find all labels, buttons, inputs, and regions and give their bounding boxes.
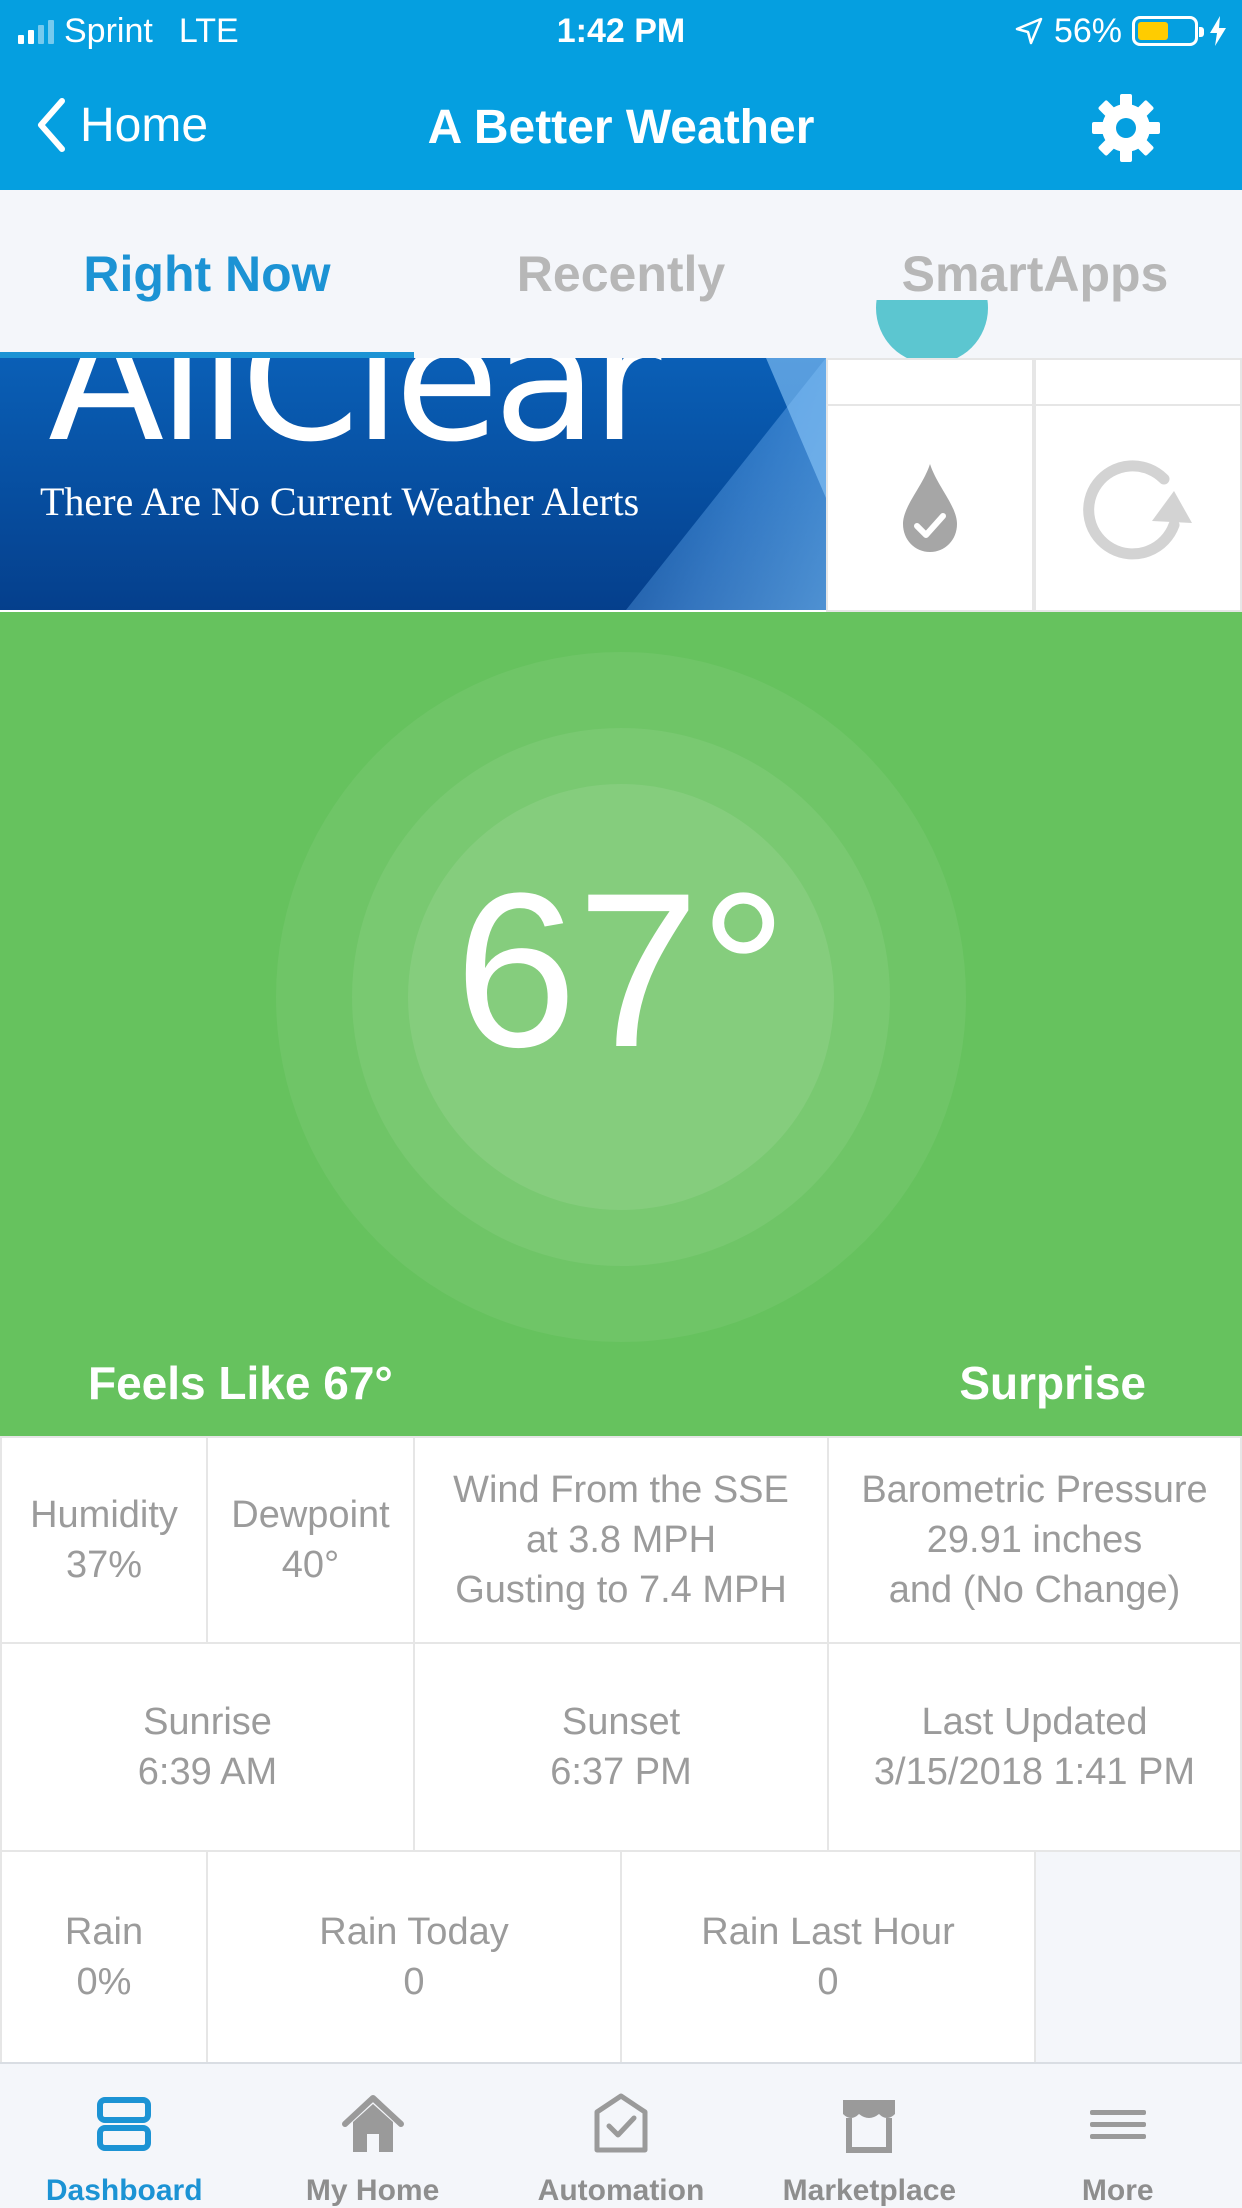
sunset-value: 6:37 PM	[550, 1751, 692, 1793]
tabbar-dashboard[interactable]: Dashboard	[0, 2064, 248, 2208]
rain-label: Rain	[64, 1911, 144, 1953]
sunset-tile[interactable]: Sunset 6:37 PM	[413, 1642, 829, 1852]
location-label: Surprise	[959, 1357, 1146, 1409]
pressure-value: 29.91 inches	[926, 1519, 1143, 1561]
dewpoint-value: 40°	[281, 1544, 340, 1586]
wind-speed: at 3.8 MPH	[525, 1519, 717, 1561]
rain-today-value: 0	[403, 1961, 425, 2003]
humidity-label: Humidity	[30, 1494, 178, 1536]
moisture-tile[interactable]	[826, 404, 1034, 612]
rain-today-tile[interactable]: Rain Today 0	[206, 1850, 622, 2064]
sunset-label: Sunset	[561, 1701, 681, 1743]
tile-top-right[interactable]	[1034, 358, 1242, 406]
tab-recently[interactable]: Recently	[414, 190, 828, 358]
settings-gear-icon[interactable]	[1090, 92, 1162, 164]
rain-today-label: Rain Today	[319, 1911, 509, 1953]
tabbar-my-home-label: My Home	[305, 2174, 440, 2207]
wind-gust: Gusting to 7.4 MPH	[455, 1569, 787, 1611]
alert-banner-headline: AllClear	[48, 358, 661, 480]
rain-value: 0%	[76, 1961, 132, 2003]
tab-right-now[interactable]: Right Now	[0, 190, 414, 358]
rain-last-hour-tile[interactable]: Rain Last Hour 0	[620, 1850, 1036, 2064]
tile-top-left[interactable]	[826, 358, 1034, 406]
sunrise-label: Sunrise	[143, 1701, 272, 1743]
tabbar-marketplace-label: Marketplace	[782, 2174, 957, 2207]
tabbar-dashboard-label: Dashboard	[45, 2174, 203, 2207]
dewpoint-label: Dewpoint	[231, 1494, 390, 1536]
chevron-left-icon	[38, 98, 65, 152]
tabbar-more[interactable]: More	[994, 2064, 1242, 2208]
tabbar-my-home[interactable]: My Home	[248, 2064, 496, 2208]
dashboard-icon	[97, 2097, 152, 2151]
dewpoint-tile[interactable]: Dewpoint 40°	[206, 1436, 415, 1644]
battery-percent: 56%	[1053, 11, 1122, 50]
status-bar: Sprint LTE 1:42 PM 56%	[0, 0, 1242, 62]
feels-like-label: Feels Like 67°	[88, 1357, 393, 1409]
menu-icon	[1089, 2110, 1146, 2139]
tabbar-marketplace[interactable]: Marketplace	[745, 2064, 993, 2208]
location-arrow-icon	[1015, 17, 1043, 45]
refresh-icon	[1083, 460, 1192, 560]
battery-icon	[1132, 16, 1204, 46]
empty-tile	[1034, 1850, 1242, 2064]
rain-tile[interactable]: Rain 0%	[0, 1850, 208, 2064]
segment-tabs: Right Now Recently SmartApps	[0, 190, 1242, 358]
status-right: 56%	[1014, 10, 1228, 52]
temperature-panel[interactable]: 67° Feels Like 67° Surprise	[0, 612, 1242, 1438]
current-temperature: 67°	[454, 847, 788, 1093]
alert-banner-subtitle: There Are No Current Weather Alerts	[40, 479, 640, 524]
wind-tile[interactable]: Wind From the SSE at 3.8 MPH Gusting to …	[413, 1436, 829, 1644]
back-label: Home	[80, 98, 209, 152]
bottom-tab-bar: Dashboard My Home Automation Marketplace…	[0, 2062, 1242, 2208]
sunrise-value: 6:39 AM	[137, 1751, 278, 1793]
rain-last-hour-label: Rain Last Hour	[701, 1911, 955, 1953]
marketplace-icon	[843, 2100, 896, 2153]
tabbar-automation[interactable]: Automation	[497, 2064, 745, 2208]
rain-last-hour-value: 0	[817, 1961, 839, 2003]
last-updated-value: 3/15/2018 1:41 PM	[873, 1751, 1196, 1793]
wind-direction: Wind From the SSE	[453, 1469, 789, 1511]
pressure-trend: and (No Change)	[888, 1569, 1181, 1611]
water-drop-check-icon	[903, 464, 957, 552]
home-icon	[341, 2095, 404, 2152]
back-button[interactable]: Home	[36, 92, 208, 158]
last-updated-tile[interactable]: Last Updated 3/15/2018 1:41 PM	[827, 1642, 1242, 1852]
last-updated-label: Last Updated	[921, 1701, 1148, 1743]
automation-icon	[594, 2093, 648, 2153]
header-bar: Sprint LTE 1:42 PM 56% Home A Better Wea…	[0, 0, 1242, 190]
tabbar-more-label: More	[1081, 2174, 1154, 2207]
navigation-bar: Home A Better Weather	[0, 62, 1242, 190]
refresh-tile[interactable]	[1034, 404, 1242, 612]
charging-bolt-icon	[1210, 16, 1226, 46]
humidity-value: 37%	[65, 1544, 143, 1586]
weather-alert-banner[interactable]: AllClear There Are No Current Weather Al…	[0, 358, 826, 610]
humidity-tile[interactable]: Humidity 37%	[0, 1436, 208, 1644]
pressure-label: Barometric Pressure	[861, 1469, 1208, 1511]
tabbar-automation-label: Automation	[537, 2174, 705, 2207]
pressure-tile[interactable]: Barometric Pressure 29.91 inches and (No…	[827, 1436, 1242, 1644]
sunrise-tile[interactable]: Sunrise 6:39 AM	[0, 1642, 415, 1852]
